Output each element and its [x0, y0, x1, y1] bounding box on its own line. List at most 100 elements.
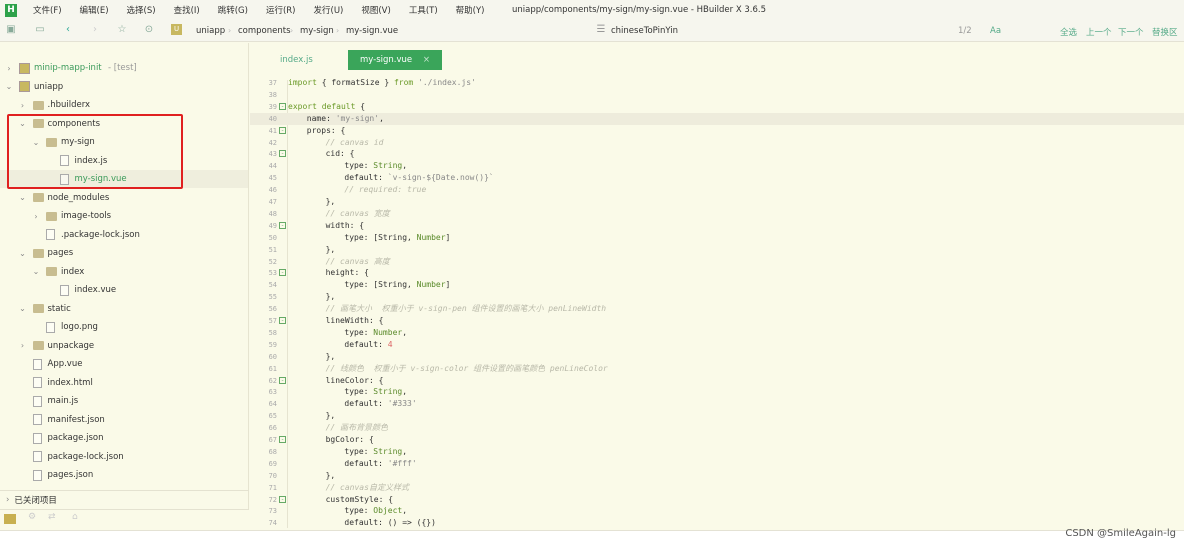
tree-item[interactable]: manifest.json [0, 411, 248, 429]
breadcrumb-item[interactable]: uniapp [196, 26, 225, 36]
project-icon [19, 62, 30, 74]
code-line: 54 type: [String, Number] [250, 279, 1184, 291]
chevron-icon[interactable]: › [18, 101, 28, 110]
code-line: 73 type: Object, [250, 505, 1184, 517]
tab-label: my-sign.vue [360, 55, 413, 65]
fold-icon[interactable]: - [279, 317, 286, 324]
menu-item[interactable]: 视图(V) [361, 4, 390, 16]
code-line: 42 // canvas id [250, 137, 1184, 149]
fold-icon[interactable]: - [279, 495, 286, 503]
tree-item[interactable]: › unpackage [0, 337, 248, 355]
plugin-icon[interactable]: ⌂ [72, 512, 78, 522]
chevron-icon[interactable]: › [4, 64, 14, 73]
tree-item[interactable]: ⌄ static [0, 300, 248, 318]
menu-item[interactable]: 运行(R) [266, 4, 296, 16]
tree-item[interactable]: ⌄ uniapp [0, 78, 248, 96]
code-text: width: { [326, 220, 365, 232]
outline-function[interactable]: chineseToPinYin [611, 26, 678, 36]
chevron-icon[interactable]: ⌄ [4, 82, 14, 91]
menu-item[interactable]: 帮助(Y) [456, 4, 485, 16]
chevron-icon[interactable]: ⌄ [18, 304, 28, 313]
line-number: 50 [268, 233, 277, 242]
code-text: default: '#333' [344, 398, 416, 410]
code-line: 67- bgColor: { [250, 434, 1184, 446]
line-number: 46 [268, 186, 277, 195]
tree-item[interactable]: pages.json [0, 466, 248, 484]
tree-item[interactable]: index.html [0, 374, 248, 392]
tree-item-label: unpackage [47, 340, 95, 351]
previous-button[interactable]: 上一个 [1086, 26, 1112, 38]
code-editor[interactable]: 37 import { formatSize } from './index.js… [250, 76, 1184, 530]
fold-icon[interactable]: - [279, 269, 286, 277]
file-icon [32, 414, 42, 425]
folder-icon [32, 100, 44, 110]
tree-item[interactable]: .package-lock.json [0, 226, 248, 244]
line-number: 45 [268, 174, 277, 183]
code-line: 45 default: `v-sign-${Date.now()}` [250, 172, 1184, 184]
tree-item[interactable]: logo.png [0, 318, 248, 336]
tree-item[interactable]: ⌄ index [0, 263, 248, 281]
tree-item[interactable]: package.json [0, 429, 248, 447]
code-token: default: [344, 339, 388, 349]
menu-item[interactable]: 查找(I) [174, 4, 200, 16]
tree-item[interactable]: main.js [0, 392, 248, 410]
code-token: '#fff' [387, 458, 417, 468]
chevron-icon[interactable]: ⌄ [18, 249, 28, 258]
code-text: // 画笔大小 权重小于 v-sign-pen 组件设置的画笔大小 penLin… [326, 303, 607, 315]
replace-button[interactable]: 替换区 [1152, 26, 1178, 38]
chevron-icon[interactable]: › [31, 212, 41, 221]
code-token: // 线颜色 权重小于 v-sign-color 组件设置的画笔颜色 penLi… [325, 363, 608, 373]
folder-icon[interactable] [4, 514, 16, 524]
star-icon[interactable]: ☆ [115, 24, 129, 35]
menu-item[interactable]: 发行(U) [314, 4, 344, 16]
tree-item[interactable]: › minip-mapp-init - [test] [0, 59, 248, 77]
tree-item[interactable]: › .hbuilderx [0, 96, 248, 114]
chevron-icon[interactable]: › [18, 341, 28, 350]
source-control-icon[interactable]: ⇄ [48, 512, 56, 522]
tree-item[interactable]: ⌄ pages [0, 244, 248, 262]
settings-icon[interactable]: ⚙ [28, 512, 36, 522]
fold-icon[interactable]: - [279, 102, 286, 110]
tree-item[interactable]: package-lock.json [0, 448, 248, 466]
next-button[interactable]: 下一个 [1118, 26, 1144, 38]
closed-projects[interactable]: › 已关闭项目 [0, 490, 249, 508]
code-token: String [373, 446, 403, 456]
code-token: type: [344, 161, 374, 171]
match-case-button[interactable]: Aa [990, 26, 1001, 36]
save-icon[interactable]: ▭ [33, 24, 47, 35]
menu-item[interactable]: 选择(S) [127, 4, 156, 16]
chevron-icon[interactable]: ⌄ [31, 267, 41, 276]
code-token: { formatSize } [316, 78, 394, 87]
breadcrumb-item[interactable]: my-sign [300, 26, 334, 36]
fold-icon[interactable]: - [279, 436, 286, 443]
tab-my-sign-vue[interactable]: my-sign.vue × [348, 50, 442, 70]
menu-item[interactable]: 文件(F) [33, 4, 62, 16]
fold-icon[interactable]: - [279, 150, 286, 158]
menu-item[interactable]: 工具(T) [409, 4, 438, 16]
code-token: customStyle: { [325, 494, 394, 504]
forward-icon[interactable]: › [88, 24, 102, 35]
tree-item[interactable]: App.vue [0, 355, 248, 373]
code-token: Number [373, 327, 403, 337]
fold-icon[interactable]: - [279, 221, 286, 229]
close-icon[interactable]: × [423, 55, 430, 65]
tree-item[interactable]: index.vue [0, 281, 248, 299]
breadcrumb-item[interactable]: components [238, 26, 291, 36]
run-icon[interactable]: ⊙ [142, 24, 156, 35]
fold-icon[interactable]: - [279, 126, 286, 134]
code-text: // 线颜色 权重小于 v-sign-color 组件设置的画笔颜色 penLi… [326, 363, 608, 375]
code-token: // required: true [344, 185, 427, 195]
tree-item[interactable]: › image-tools [0, 207, 248, 225]
fold-icon[interactable]: - [279, 376, 286, 384]
code-text: type: [String, Number] [344, 232, 450, 244]
layout-icon[interactable]: ▣ [4, 24, 18, 35]
breadcrumb-item[interactable]: my-sign.vue [346, 26, 398, 36]
select-all-button[interactable]: 全选 [1060, 26, 1077, 38]
back-icon[interactable]: ‹ [61, 24, 75, 35]
tab-index-js[interactable]: index.js [268, 50, 325, 70]
menu-item[interactable]: 编辑(E) [80, 4, 109, 16]
window-title: uniapp/components/my-sign/my-sign.vue - … [512, 5, 766, 15]
chevron-icon[interactable]: ⌄ [18, 193, 28, 202]
tree-item[interactable]: ⌄ node_modules [0, 189, 248, 207]
menu-item[interactable]: 跳转(G) [218, 4, 248, 16]
